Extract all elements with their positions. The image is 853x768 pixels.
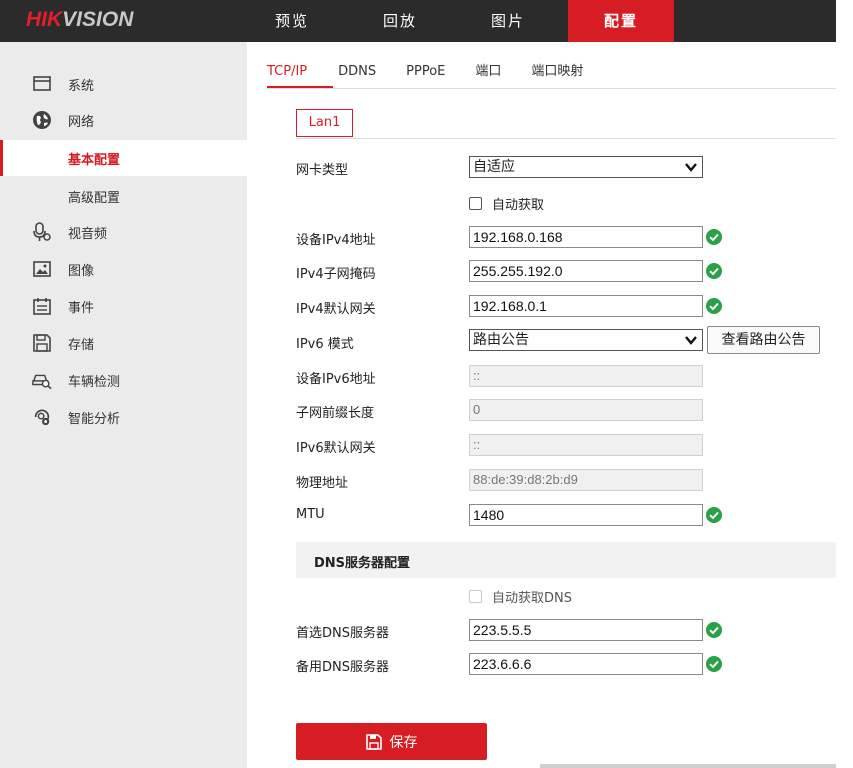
prefix-length-input: 0 (469, 399, 703, 421)
chevron-down-icon (685, 336, 697, 345)
image-icon (32, 259, 52, 279)
sidebar-item-event[interactable]: 事件 (0, 288, 247, 324)
sidebar-item-label: 基本配置 (68, 152, 121, 168)
mac-address-label: 物理地址 (296, 476, 349, 491)
sidebar-item-storage[interactable]: 存储 (0, 325, 247, 361)
logo-hik: HIK (26, 8, 63, 31)
ipv4-mask-input[interactable]: 255.255.192.0 (469, 260, 703, 282)
secondary-dns-label: 备用DNS服务器 (296, 660, 389, 675)
check-ok-icon (706, 263, 722, 279)
lan-divider (296, 138, 836, 139)
hikvision-logo: HIKVISION (26, 8, 133, 32)
dhcp-label: 自动获取 (492, 198, 545, 213)
auto-dns-checkbox-row: 自动获取DNS (469, 587, 572, 606)
sidebar-item-basic-config[interactable]: 基本配置 (0, 140, 247, 176)
sidebar-item-video-audio[interactable]: 视音频 (0, 214, 247, 250)
ipv6-mode-value: 路由公告 (473, 332, 529, 348)
sidebar: 系统 网络 基本配置 高级配置 视音频 图像 事件 存储 车辆检测 智能分析 (0, 42, 247, 768)
check-ok-icon (706, 507, 722, 523)
nic-type-select[interactable]: 自适应 (469, 156, 703, 178)
save-button[interactable]: 保存 (296, 723, 487, 760)
sidebar-item-label: 视音频 (68, 226, 108, 242)
floppy-icon (32, 333, 52, 353)
tab-pppoe[interactable]: PPPoE (406, 60, 445, 88)
secondary-dns-input[interactable]: 223.6.6.6 (469, 653, 703, 675)
primary-dns-label: 首选DNS服务器 (296, 626, 389, 641)
horizontal-scrollbar[interactable] (540, 764, 836, 768)
smart-analysis-icon (32, 407, 52, 427)
dhcp-checkbox-row[interactable]: 自动获取 (469, 194, 544, 213)
sidebar-item-advanced-config[interactable]: 高级配置 (0, 178, 247, 214)
ipv6-address-label: 设备IPv6地址 (296, 372, 376, 387)
sidebar-item-label: 存储 (68, 337, 95, 353)
top-bar: HIKVISION 预览 回放 图片 配置 (0, 0, 836, 42)
ipv4-address-input[interactable]: 192.168.0.168 (469, 226, 703, 248)
nic-type-value: 自适应 (473, 159, 515, 175)
calendar-icon (32, 296, 52, 316)
nav-configuration[interactable]: 配置 (568, 0, 674, 42)
sidebar-item-image[interactable]: 图像 (0, 251, 247, 287)
prefix-length-label: 子网前缀长度 (296, 406, 375, 421)
tab-port-mapping[interactable]: 端口映射 (531, 60, 583, 88)
sidebar-item-label: 事件 (68, 300, 95, 316)
sidebar-item-vehicle-detection[interactable]: 车辆检测 (0, 362, 247, 398)
sidebar-item-label: 高级配置 (68, 190, 121, 206)
lan1-tab[interactable]: Lan1 (296, 109, 353, 137)
monitor-icon (32, 74, 52, 94)
ipv6-gateway-label: IPv6默认网关 (296, 441, 376, 456)
tab-bar: TCP/IP DDNS PPPoE 端口 端口映射 (267, 60, 613, 88)
mac-address-input: 88:de:39:d8:2b:d9 (469, 469, 703, 491)
microphone-icon (32, 222, 52, 242)
sidebar-item-label: 车辆检测 (68, 374, 121, 390)
auto-dns-label: 自动获取DNS (492, 591, 572, 606)
check-ok-icon (706, 229, 722, 245)
mtu-label: MTU (296, 507, 325, 522)
sidebar-item-network[interactable]: 网络 (0, 102, 247, 138)
sidebar-item-system[interactable]: 系统 (0, 66, 247, 102)
sidebar-item-label: 网络 (68, 114, 95, 130)
dns-section-header: DNS服务器配置 (296, 542, 836, 578)
nav-picture[interactable]: 图片 (454, 0, 562, 42)
ipv4-gateway-input[interactable]: 192.168.0.1 (469, 295, 703, 317)
ipv4-address-label: 设备IPv4地址 (296, 233, 376, 248)
nic-type-label: 网卡类型 (296, 163, 349, 178)
ipv6-mode-label: IPv6 模式 (296, 337, 354, 352)
tab-port[interactable]: 端口 (475, 60, 501, 88)
ipv4-gateway-label: IPv4默认网关 (296, 302, 376, 317)
check-ok-icon (706, 622, 722, 638)
chevron-down-icon (685, 163, 697, 172)
main-panel: TCP/IP DDNS PPPoE 端口 端口映射 Lan1 网卡类型 自适应 … (247, 42, 836, 768)
floppy-icon (365, 733, 382, 750)
tab-tcpip[interactable]: TCP/IP (267, 60, 307, 88)
nav-playback[interactable]: 回放 (346, 0, 454, 42)
top-nav: 预览 回放 图片 配置 (238, 0, 674, 42)
car-search-icon (32, 370, 52, 390)
dhcp-checkbox[interactable] (469, 197, 482, 210)
check-ok-icon (706, 298, 722, 314)
globe-icon (32, 110, 52, 130)
view-route-advert-button[interactable]: 查看路由公告 (707, 326, 820, 354)
ipv6-mode-select[interactable]: 路由公告 (469, 329, 703, 351)
sidebar-item-smart-analysis[interactable]: 智能分析 (0, 399, 247, 435)
primary-dns-input[interactable]: 223.5.5.5 (469, 619, 703, 641)
check-ok-icon (706, 656, 722, 672)
tab-divider (267, 88, 836, 89)
sidebar-item-label: 智能分析 (68, 411, 121, 427)
mtu-input[interactable]: 1480 (469, 504, 703, 526)
nav-preview[interactable]: 预览 (238, 0, 346, 42)
ipv6-gateway-input: :: (469, 434, 703, 456)
save-button-label: 保存 (389, 734, 418, 751)
auto-dns-checkbox (469, 590, 482, 603)
sidebar-item-label: 系统 (68, 78, 95, 94)
dns-section-title: DNS服务器配置 (314, 556, 411, 571)
ipv6-address-input: :: (469, 365, 703, 387)
sidebar-item-label: 图像 (68, 263, 95, 279)
tab-ddns[interactable]: DDNS (338, 60, 376, 88)
logo-vision: VISION (62, 8, 134, 31)
ipv4-mask-label: IPv4子网掩码 (296, 267, 376, 282)
